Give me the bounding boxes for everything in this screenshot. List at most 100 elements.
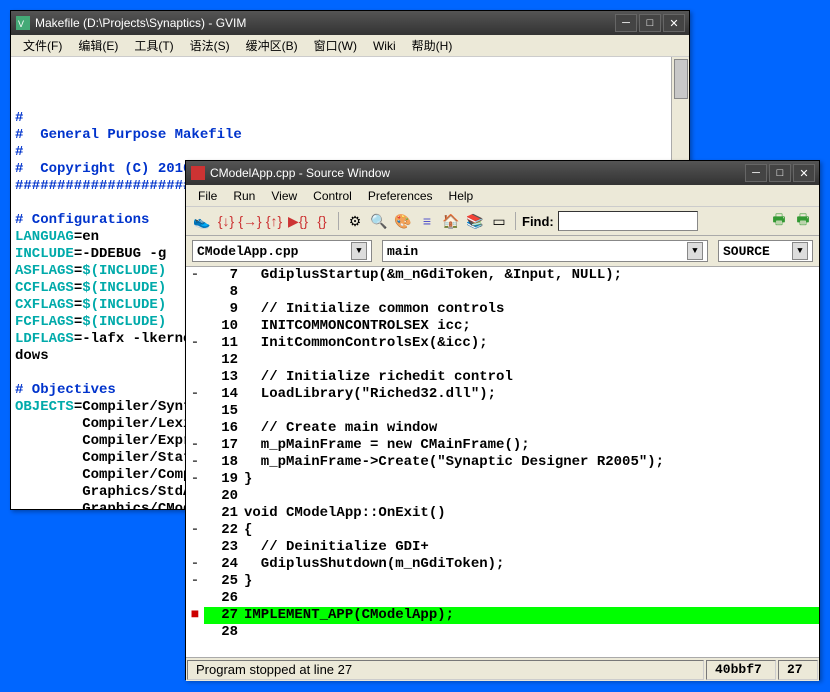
code-line[interactable]: 15 [186, 403, 819, 420]
menu-item[interactable]: Run [225, 187, 263, 205]
code-line[interactable]: 13 // Initialize richedit control [186, 369, 819, 386]
function-combo[interactable]: main ▼ [382, 240, 708, 262]
gutter[interactable] [186, 369, 204, 386]
file-combo[interactable]: CModelApp.cpp ▼ [192, 240, 372, 262]
code-line[interactable]: -18 m_pMainFrame->Create("Synaptic Desig… [186, 454, 819, 471]
menu-item[interactable]: Help [441, 187, 482, 205]
window-icon[interactable]: ▭ [489, 211, 509, 231]
gutter[interactable]: - [186, 471, 204, 488]
menu-item[interactable]: Control [305, 187, 360, 205]
scrollbar-thumb[interactable] [674, 59, 688, 99]
menu-item[interactable]: Wiki [365, 37, 404, 55]
gutter[interactable] [186, 624, 204, 641]
mode-combo[interactable]: SOURCE ▼ [718, 240, 813, 262]
code-line[interactable]: -11 InitCommonControlsEx(&icc); [186, 335, 819, 352]
line-number: 25 [204, 573, 244, 590]
gutter[interactable] [186, 590, 204, 607]
source-titlebar[interactable]: CModelApp.cpp - Source Window ─ □ ✕ [186, 161, 819, 185]
breakpoint-icon[interactable]: ■ [186, 607, 204, 624]
menu-item[interactable]: 帮助(H) [404, 35, 461, 56]
source-icon [190, 165, 206, 181]
code-line[interactable]: -24 GdiplusShutdown(m_nGdiToken); [186, 556, 819, 573]
code-line[interactable]: ■27IMPLEMENT_APP(CModelApp); [186, 607, 819, 624]
braces-icon[interactable]: {} [312, 211, 332, 231]
palette-icon[interactable]: 🎨 [393, 211, 413, 231]
find-input[interactable] [558, 211, 698, 231]
code-line[interactable]: -25} [186, 573, 819, 590]
home-icon[interactable]: 🏠 [441, 211, 461, 231]
code-line[interactable]: -14 LoadLibrary("Riched32.dll"); [186, 386, 819, 403]
continue-icon[interactable]: ▶{} [288, 211, 308, 231]
gutter[interactable] [186, 403, 204, 420]
source-editor[interactable]: -7 GdiplusStartup(&m_nGdiToken, &Input, … [186, 267, 819, 657]
combo-row: CModelApp.cpp ▼ main ▼ SOURCE ▼ [186, 236, 819, 267]
menu-item[interactable]: 语法(S) [182, 35, 238, 56]
gutter[interactable]: - [186, 573, 204, 590]
stack-icon[interactable]: ≡ [417, 211, 437, 231]
book-icon[interactable]: 📚 [465, 211, 485, 231]
gutter[interactable] [186, 284, 204, 301]
step-into-icon[interactable]: {↓} [216, 211, 236, 231]
print2-icon[interactable]: 🖶 [793, 211, 813, 231]
line-number: 22 [204, 522, 244, 539]
line-number: 15 [204, 403, 244, 420]
code-line[interactable]: 28 [186, 624, 819, 641]
minimize-button[interactable]: ─ [615, 14, 637, 32]
gutter[interactable]: - [186, 335, 204, 352]
gutter[interactable]: - [186, 267, 204, 284]
code-line[interactable]: 23 // Deinitialize GDI+ [186, 539, 819, 556]
gutter[interactable]: - [186, 386, 204, 403]
line-number: 11 [204, 335, 244, 352]
step-over-icon[interactable]: {→} [240, 211, 260, 231]
code-text: GdiplusStartup(&m_nGdiToken, &Input, NUL… [244, 267, 819, 284]
code-line[interactable]: -7 GdiplusStartup(&m_nGdiToken, &Input, … [186, 267, 819, 284]
gutter[interactable] [186, 352, 204, 369]
code-text: m_pMainFrame = new CMainFrame(); [244, 437, 819, 454]
code-line[interactable]: 9 // Initialize common controls [186, 301, 819, 318]
code-line[interactable]: -22{ [186, 522, 819, 539]
menu-item[interactable]: 编辑(E) [70, 35, 126, 56]
gutter[interactable]: - [186, 437, 204, 454]
gutter[interactable] [186, 505, 204, 522]
menu-item[interactable]: View [263, 187, 305, 205]
menu-item[interactable]: 缓冲区(B) [238, 35, 306, 56]
gvim-titlebar[interactable]: V Makefile (D:\Projects\Synaptics) - GVI… [11, 11, 689, 35]
gutter[interactable]: - [186, 454, 204, 471]
code-line[interactable]: 20 [186, 488, 819, 505]
code-line[interactable]: 8 [186, 284, 819, 301]
code-line[interactable]: -19} [186, 471, 819, 488]
menu-item[interactable]: 窗口(W) [306, 35, 365, 56]
menu-item[interactable]: 文件(F) [15, 35, 70, 56]
gutter[interactable] [186, 318, 204, 335]
gutter[interactable]: - [186, 522, 204, 539]
gutter[interactable] [186, 539, 204, 556]
gutter[interactable] [186, 488, 204, 505]
gutter[interactable] [186, 301, 204, 318]
line-number: 12 [204, 352, 244, 369]
gutter[interactable]: - [186, 556, 204, 573]
menu-item[interactable]: 工具(T) [126, 35, 181, 56]
code-line[interactable]: 26 [186, 590, 819, 607]
code-text [244, 284, 819, 301]
code-text [244, 590, 819, 607]
code-line[interactable]: 10 INITCOMMONCONTROLSEX icc; [186, 318, 819, 335]
line-number: 19 [204, 471, 244, 488]
close-button[interactable]: ✕ [793, 164, 815, 182]
code-line[interactable]: 21void CModelApp::OnExit() [186, 505, 819, 522]
run-icon[interactable]: 👟 [192, 211, 212, 231]
menu-item[interactable]: Preferences [360, 187, 441, 205]
cpu-icon[interactable]: ⚙ [345, 211, 365, 231]
step-out-icon[interactable]: {↑} [264, 211, 284, 231]
code-line[interactable]: -17 m_pMainFrame = new CMainFrame(); [186, 437, 819, 454]
minimize-button[interactable]: ─ [745, 164, 767, 182]
close-button[interactable]: ✕ [663, 14, 685, 32]
gutter[interactable] [186, 420, 204, 437]
code-line[interactable]: 16 // Create main window [186, 420, 819, 437]
line-number: 13 [204, 369, 244, 386]
menu-item[interactable]: File [190, 187, 225, 205]
maximize-button[interactable]: □ [769, 164, 791, 182]
code-line[interactable]: 12 [186, 352, 819, 369]
print-icon[interactable]: 🖶 [769, 211, 789, 231]
search-down-icon[interactable]: 🔍 [369, 211, 389, 231]
maximize-button[interactable]: □ [639, 14, 661, 32]
